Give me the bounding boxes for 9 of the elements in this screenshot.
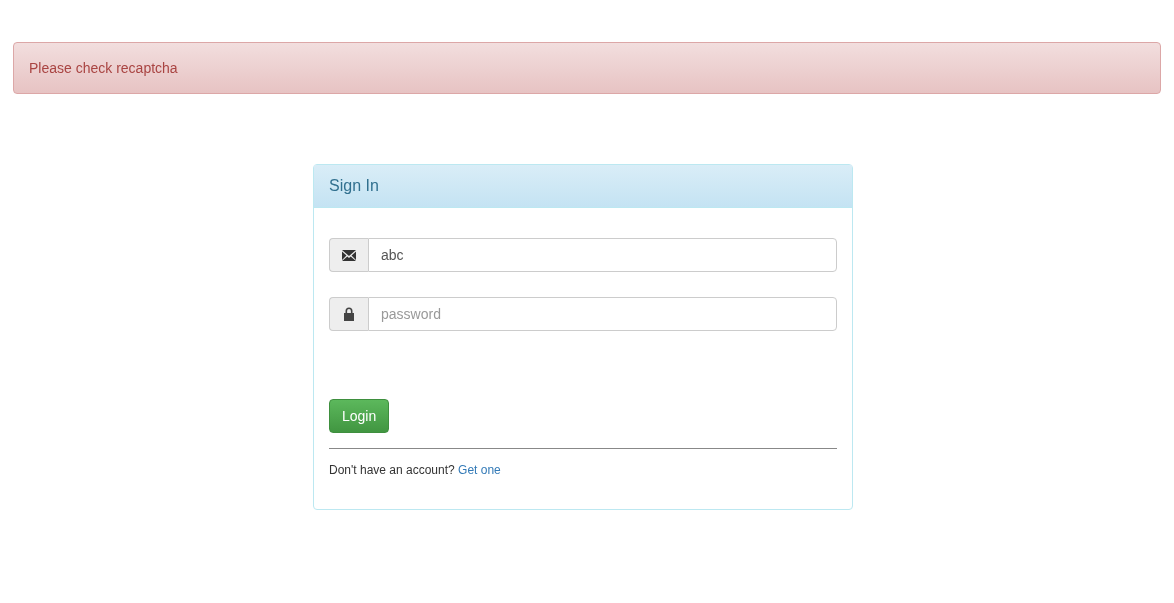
login-button[interactable]: Login xyxy=(329,399,390,433)
email-field[interactable]: abc xyxy=(368,238,837,272)
password-field[interactable]: password xyxy=(368,297,837,331)
envelope-icon xyxy=(342,249,356,261)
panel-title: Sign In xyxy=(329,177,379,195)
signup-prompt: Don't have an account? Get one xyxy=(329,463,502,477)
get-one-link[interactable]: Get one xyxy=(458,463,501,477)
lock-icon xyxy=(343,307,355,321)
alert-message: Please check recaptcha xyxy=(13,42,1161,94)
